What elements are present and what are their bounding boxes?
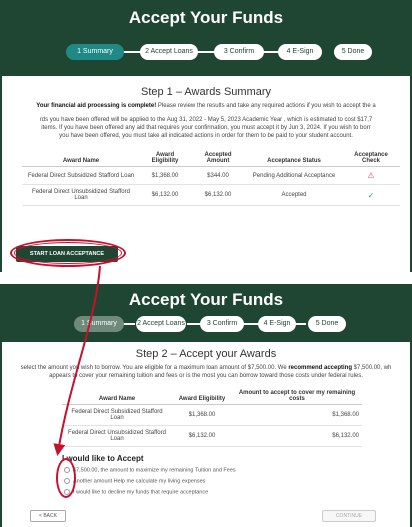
col-amount-to-accept: Amount to accept to cover my remaining c… bbox=[232, 388, 362, 405]
accept-content: Step 2 – Accept your Awards select the a… bbox=[2, 342, 410, 527]
annotation-circle-inner bbox=[14, 242, 122, 264]
eligibility-cell: $6,132.00 bbox=[172, 425, 232, 447]
table-row: Federal Direct Unsubsidized Stafford Loa… bbox=[22, 184, 400, 206]
col-award-name: Award Name bbox=[22, 150, 140, 167]
accepted-cell: $6,132.00 bbox=[190, 184, 246, 206]
accept-line1-end: $7,500.00, wh bbox=[352, 365, 392, 371]
amount-cell: $1,368.00 bbox=[232, 404, 362, 426]
continue-button[interactable]: CONTINUE bbox=[322, 510, 376, 522]
table-row: Federal Direct Subsidized Stafford Loan … bbox=[62, 404, 362, 426]
status-cell: Pending Additional Acceptance bbox=[246, 166, 342, 185]
page-header: Accept Your Funds 1 Summary 2 Accept Loa… bbox=[0, 0, 412, 70]
step-esign[interactable]: 4 E-Sign bbox=[258, 316, 296, 332]
accept-awards-table: Award Name Award Eligibility Amount to a… bbox=[62, 388, 362, 447]
back-button[interactable]: < BACK bbox=[30, 510, 66, 522]
award-name-cell: Federal Direct Unsubsidized Stafford Loa… bbox=[62, 425, 172, 447]
col-award-name: Award Name bbox=[62, 388, 172, 405]
intro-bold-text: Your financial aid processing is complet… bbox=[36, 103, 157, 109]
col-accepted-amount: Accepted Amount bbox=[190, 150, 246, 167]
page-title: Accept Your Funds bbox=[128, 8, 284, 27]
table-header-row: Award Name Award Eligibility Accepted Am… bbox=[22, 150, 400, 167]
award-name-cell: Federal Direct Subsidized Stafford Loan bbox=[22, 166, 140, 185]
awards-summary-table: Award Name Award Eligibility Accepted Am… bbox=[22, 150, 400, 206]
table-header-row: Award Name Award Eligibility Amount to a… bbox=[62, 388, 362, 405]
award-name-cell: Federal Direct Unsubsidized Stafford Loa… bbox=[22, 184, 140, 206]
table-row: Federal Direct Subsidized Stafford Loan … bbox=[22, 166, 400, 185]
intro-rest-text: Please review the results and take any r… bbox=[156, 103, 376, 109]
award-name-cell: Federal Direct Subsidized Stafford Loan bbox=[62, 404, 172, 426]
accept-line-2: appears to cover your remaining tuition … bbox=[49, 373, 363, 379]
accept-awards-panel: Accept Your Funds 1 Summary 2 Accept Loa… bbox=[0, 284, 412, 527]
option-label: $7,500.00, the amount to maximize my rem… bbox=[73, 467, 236, 474]
step1-heading: Step 1 – Awards Summary bbox=[140, 86, 272, 98]
step-accept-loans[interactable]: 2 Accept Loans bbox=[135, 315, 187, 333]
accept-line1-text: select the amount you wish to borrow. Yo… bbox=[20, 365, 289, 371]
eligibility-cell: $1,368.00 bbox=[172, 404, 232, 426]
step-confirm[interactable]: 3 Confirm bbox=[214, 44, 264, 60]
annotation-circle bbox=[56, 458, 76, 498]
step-done[interactable]: 5 Done bbox=[308, 316, 346, 332]
summary-line-3: items. If you have been offered any aid … bbox=[41, 125, 371, 131]
col-acceptance-status: Acceptance Status bbox=[246, 150, 342, 167]
accept-option-max[interactable]: $7,500.00, the amount to maximize my rem… bbox=[64, 467, 236, 473]
summary-line-2: rds you have been offered will be applie… bbox=[39, 117, 373, 123]
summary-line-4: you have been offered, you must take all… bbox=[59, 133, 353, 139]
option-label: Another amount Help me calculate my livi… bbox=[73, 478, 206, 485]
check-circle-icon: ✓ bbox=[367, 190, 375, 200]
warning-icon: ⚠ bbox=[367, 171, 375, 180]
table-row: Federal Direct Unsubsidized Stafford Loa… bbox=[62, 425, 362, 447]
check-cell: ⚠ bbox=[342, 166, 400, 185]
option-label: I would like to decline my funds that re… bbox=[73, 489, 209, 496]
panel-separator bbox=[0, 272, 412, 284]
summary-intro: Your financial aid processing is complet… bbox=[2, 102, 410, 110]
summary-content: Step 1 – Awards Summary Your financial a… bbox=[2, 76, 410, 272]
step-summary[interactable]: 1 Summary bbox=[74, 316, 124, 332]
awards-summary-panel: Accept Your Funds 1 Summary 2 Accept Loa… bbox=[0, 0, 412, 272]
accepted-cell: $344.00 bbox=[190, 166, 246, 185]
progress-steps: 1 Summary 2 Accept Loans 3 Confirm 4 E-S… bbox=[0, 314, 412, 334]
status-cell: Accepted bbox=[246, 184, 342, 206]
step2-heading: Step 2 – Accept your Awards bbox=[135, 348, 277, 360]
progress-steps: 1 Summary 2 Accept Loans 3 Confirm 4 E-S… bbox=[0, 42, 412, 62]
eligibility-cell: $1,368.00 bbox=[140, 166, 190, 185]
accept-line-1: select the amount you wish to borrow. Yo… bbox=[2, 364, 410, 372]
accept-options-title: I would like to Accept bbox=[62, 454, 144, 463]
step-esign[interactable]: 4 E-Sign bbox=[278, 44, 322, 60]
accept-line1-bold: recommend accepting bbox=[288, 365, 353, 371]
col-acceptance-check: Acceptance Check bbox=[342, 150, 400, 167]
col-award-eligibility: Award Eligibility bbox=[172, 388, 232, 405]
step-done[interactable]: 5 Done bbox=[334, 44, 372, 60]
step-accept-loans[interactable]: 2 Accept Loans bbox=[140, 44, 198, 60]
eligibility-cell: $6,132.00 bbox=[140, 184, 190, 206]
page-title: Accept Your Funds bbox=[128, 290, 284, 309]
accept-option-decline[interactable]: I would like to decline my funds that re… bbox=[64, 489, 208, 495]
accept-option-other-amount[interactable]: Another amount Help me calculate my livi… bbox=[64, 478, 205, 484]
step-summary[interactable]: 1 Summary bbox=[66, 44, 124, 60]
amount-cell: $6,132.00 bbox=[232, 425, 362, 447]
col-award-eligibility: Award Eligibility bbox=[140, 150, 190, 167]
check-cell: ✓ bbox=[342, 184, 400, 206]
step-confirm[interactable]: 3 Confirm bbox=[200, 316, 244, 332]
